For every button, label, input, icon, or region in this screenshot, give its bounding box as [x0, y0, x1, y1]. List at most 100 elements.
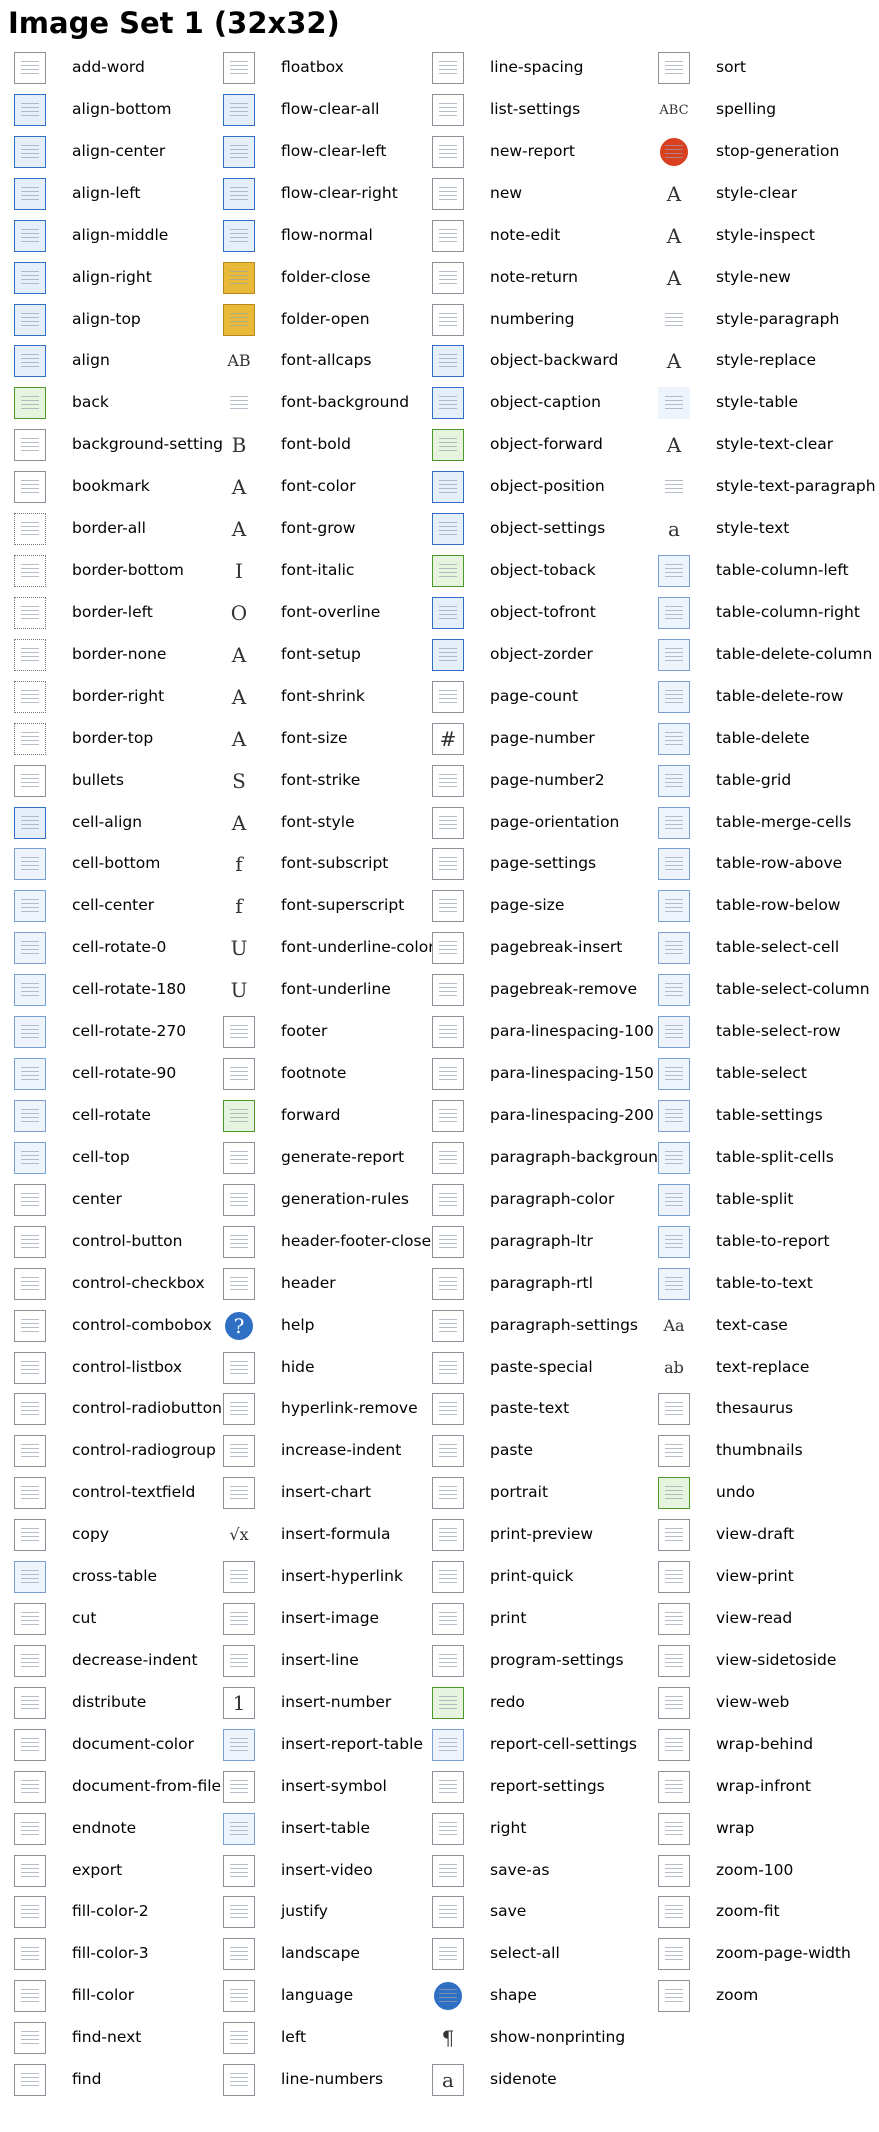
- icon-lines: [439, 1486, 457, 1500]
- icon-lines: [665, 1235, 683, 1249]
- icon-lines: [439, 857, 457, 871]
- list-item: insert-chart: [223, 1476, 371, 1510]
- list-item: insert-line: [223, 1644, 359, 1678]
- border-left-icon: [14, 597, 46, 629]
- thesaurus-icon: [658, 1393, 690, 1425]
- table-grid-icon: [658, 765, 690, 797]
- icon-lines: [665, 1989, 683, 2003]
- icon-lines: [21, 899, 39, 913]
- control-combobox-icon: [14, 1310, 46, 1342]
- list-item: list-settings: [432, 93, 580, 127]
- header-footer-close-icon: [223, 1226, 255, 1258]
- icon-label: table-select-row: [716, 1022, 841, 1041]
- style-text-icon: a: [658, 513, 690, 545]
- list-item: align-left: [14, 177, 140, 211]
- font-color-icon: A: [223, 471, 255, 503]
- list-item: table-settings: [658, 1099, 823, 1133]
- list-item: Astyle-inspect: [658, 219, 815, 253]
- list-item: para-linespacing-150: [432, 1057, 654, 1091]
- icon-glyph: O: [230, 601, 248, 625]
- fill-color-icon: [14, 1980, 46, 2012]
- icon-lines: [665, 61, 683, 75]
- cell-rotate-270-icon: [14, 1016, 46, 1048]
- text-replace-icon: ab: [658, 1352, 690, 1384]
- icon-label: font-style: [281, 813, 355, 832]
- icon-label: cell-rotate-270: [72, 1022, 187, 1041]
- list-item: border-all: [14, 512, 146, 546]
- border-bottom-icon: [14, 555, 46, 587]
- icon-lines: [21, 1654, 39, 1668]
- icon-label: note-return: [490, 268, 578, 287]
- object-position-icon: [432, 471, 464, 503]
- list-item: line-spacing: [432, 51, 583, 85]
- icon-label: cell-align: [72, 813, 143, 832]
- icon-label: find: [72, 2070, 102, 2089]
- list-item: program-settings: [432, 1644, 624, 1678]
- view-draft-icon: [658, 1519, 690, 1551]
- icon-lines: [21, 1193, 39, 1207]
- fill-color-2-icon: [14, 1896, 46, 1928]
- icon-glyph: #: [439, 727, 457, 751]
- icon-lines: [665, 1696, 683, 1710]
- list-item: report-settings: [432, 1770, 605, 1804]
- font-allcaps-icon: AB: [223, 345, 255, 377]
- list-item: insert-report-table: [223, 1728, 423, 1762]
- icon-glyph: a: [668, 517, 680, 541]
- icon-label: wrap: [716, 1819, 755, 1838]
- report-settings-icon: [432, 1771, 464, 1803]
- icon-label: font-color: [281, 477, 356, 496]
- icon-label: footnote: [281, 1064, 347, 1083]
- list-item: object-forward: [432, 428, 603, 462]
- list-item: object-caption: [432, 386, 601, 420]
- icon-lines: [21, 2073, 39, 2087]
- icon-glyph: A: [231, 643, 247, 667]
- insert-chart-icon: [223, 1477, 255, 1509]
- list-item: hide: [223, 1351, 315, 1385]
- align-bottom-icon: [14, 94, 46, 126]
- undo-icon: [658, 1477, 690, 1509]
- para-linespacing-150-icon: [432, 1058, 464, 1090]
- icon-lines: [439, 1361, 457, 1375]
- icon-lines: [21, 1109, 39, 1123]
- list-item: Afont-setup: [223, 638, 361, 672]
- icon-lines: [439, 480, 457, 494]
- icon-lines: [21, 1319, 39, 1333]
- list-settings-icon: [432, 94, 464, 126]
- icon-label: left: [281, 2028, 307, 2047]
- icon-glyph: f: [235, 852, 243, 876]
- icon-glyph: ab: [664, 1358, 684, 1377]
- zoom-fit-icon: [658, 1896, 690, 1928]
- icon-label: insert-formula: [281, 1525, 391, 1544]
- list-item: align: [14, 344, 110, 378]
- list-item: align-right: [14, 261, 152, 295]
- icon-lines: [665, 1067, 683, 1081]
- list-item: portrait: [432, 1476, 548, 1510]
- list-item: object-toback: [432, 554, 596, 588]
- table-to-report-icon: [658, 1226, 690, 1258]
- control-radiobutton-icon: [14, 1393, 46, 1425]
- icon-lines: [665, 1151, 683, 1165]
- icon-lines: [665, 857, 683, 871]
- icon-lines: [21, 774, 39, 788]
- numbering-icon: [432, 304, 464, 336]
- icon-label: insert-image: [281, 1609, 380, 1628]
- paste-special-icon: [432, 1352, 464, 1384]
- object-forward-icon: [432, 429, 464, 461]
- list-item: note-edit: [432, 219, 560, 253]
- insert-symbol-icon: [223, 1771, 255, 1803]
- left-icon: [223, 2022, 255, 2054]
- icon-lines: [439, 1864, 457, 1878]
- icon-label: increase-indent: [281, 1441, 402, 1460]
- icon-label: landscape: [281, 1944, 360, 1963]
- icon-glyph: A: [231, 727, 247, 751]
- find-icon: [14, 2064, 46, 2096]
- icon-lines: [230, 313, 248, 327]
- icon-lines: [230, 1235, 248, 1249]
- list-item: new: [432, 177, 522, 211]
- list-item: font-background: [223, 386, 409, 420]
- icon-glyph: A: [666, 433, 682, 457]
- icon-lines: [439, 61, 457, 75]
- icon-label: page-size: [490, 896, 565, 915]
- list-item: table-select-cell: [658, 931, 839, 965]
- icon-lines: [21, 1989, 39, 2003]
